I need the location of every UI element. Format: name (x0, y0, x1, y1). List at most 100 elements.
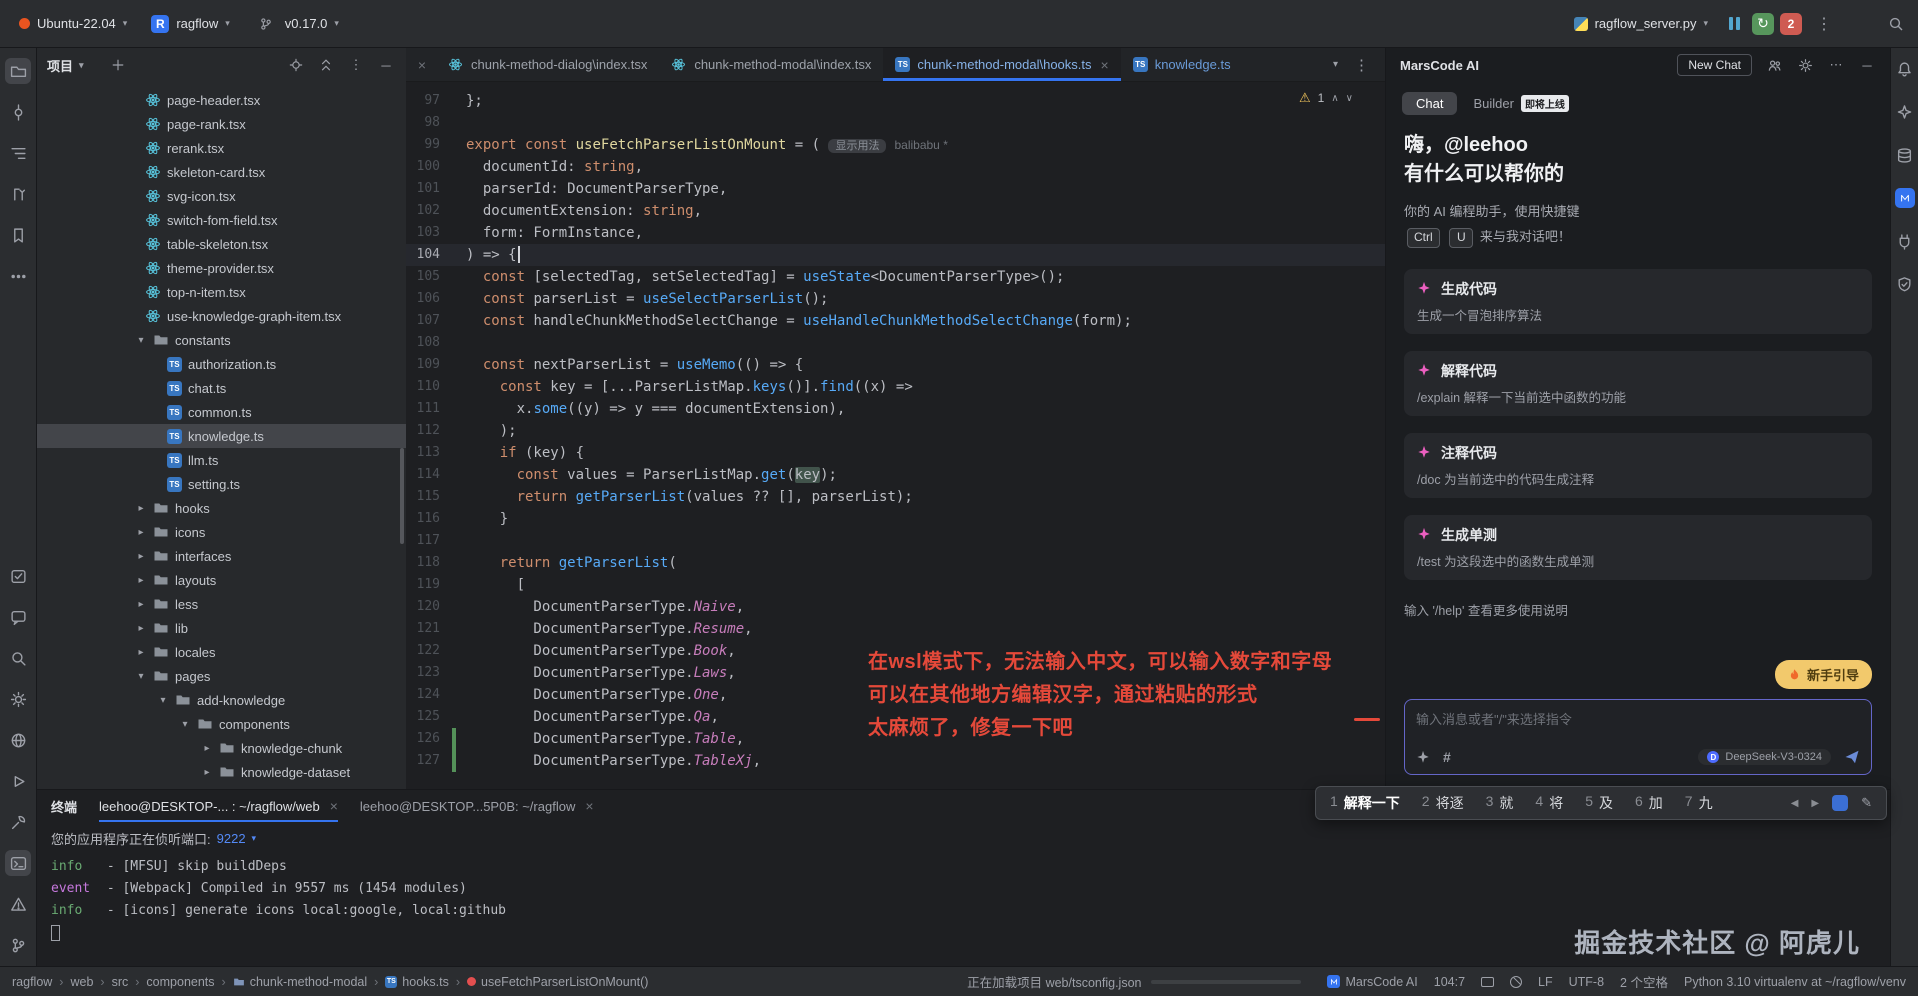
tree-item-locales[interactable]: ▸locales (37, 640, 406, 664)
code-line[interactable]: 116 } (406, 508, 1385, 530)
bookmarks-tool-button[interactable] (5, 222, 31, 248)
tree-item-interfaces[interactable]: ▸interfaces (37, 544, 406, 568)
tree-item-hooks[interactable]: ▸hooks (37, 496, 406, 520)
breadcrumb-item[interactable]: chunk-method-modal (233, 975, 367, 989)
chat-input[interactable]: 输入消息或者"/"来选择指令 # D DeepSeek-V3-0324 (1404, 699, 1872, 775)
tree-item-llm.ts[interactable]: TSllm.ts (37, 448, 406, 472)
branch-selector[interactable]: v0.17.0 ▾ (245, 7, 348, 41)
version-control-tool-button[interactable] (5, 932, 31, 958)
build-tool-button[interactable] (5, 809, 31, 835)
tab-list-chevron-icon[interactable]: ▾ (1333, 59, 1338, 70)
rerun-button[interactable]: ↻ (1752, 13, 1774, 35)
tree-item-knowledge.ts[interactable]: TSknowledge.ts (37, 424, 406, 448)
tree-item-theme-provider.tsx[interactable]: theme-provider.tsx (37, 256, 406, 280)
python-interpreter-selector[interactable]: Python 3.10 virtualenv at ~/ragflow/venv (1684, 975, 1906, 989)
search-tool-button[interactable] (5, 645, 31, 671)
code-line[interactable]: 105 const [selectedTag, setSelectedTag] … (406, 266, 1385, 288)
chevron-down-icon[interactable]: ▾ (252, 833, 257, 844)
ime-candidate[interactable]: 1解释一下 (1330, 793, 1400, 813)
ai-assistant-icon[interactable] (1892, 99, 1918, 125)
close-icon[interactable]: × (330, 798, 338, 814)
code-line[interactable]: 106 const parserList = useSelectParserLi… (406, 288, 1385, 310)
pull-requests-tool-button[interactable] (5, 181, 31, 207)
terminal-tab[interactable]: leehoo@DESKTOP-... : ~/ragflow/web× (99, 790, 338, 822)
minimize-icon[interactable]: ─ (1858, 56, 1876, 74)
line-ending-selector[interactable]: LF (1538, 975, 1553, 989)
tree-item-lib[interactable]: ▸lib (37, 616, 406, 640)
breadcrumb-item[interactable]: ragflow (12, 975, 52, 989)
more-tools-button[interactable] (5, 263, 31, 289)
prompt-card[interactable]: 生成代码生成一个冒泡排序算法 (1404, 269, 1872, 334)
editor-tab[interactable]: chunk-method-dialog\index.tsx (436, 48, 659, 81)
ime-candidate[interactable]: 7九 (1685, 793, 1713, 813)
run-config-selector[interactable]: ragflow_server.py ▾ (1565, 11, 1717, 36)
breadcrumb-item[interactable]: src (112, 975, 129, 989)
marscode-panel-button[interactable] (1892, 185, 1918, 211)
code-line[interactable]: 121 DocumentParserType.Resume, (406, 618, 1385, 640)
web-tool-button[interactable] (5, 727, 31, 753)
terminal-panel-title[interactable]: 终端 (51, 797, 77, 816)
settings-icon[interactable] (1796, 56, 1814, 74)
tree-item-layouts[interactable]: ▸layouts (37, 568, 406, 592)
pause-button[interactable] (1723, 17, 1746, 30)
project-panel-title[interactable]: 项目▾ (47, 56, 84, 75)
database-icon[interactable] (1892, 142, 1918, 168)
code-line[interactable]: 101 parserId: DocumentParserType, (406, 178, 1385, 200)
indent-selector[interactable]: 2 个空格 (1620, 972, 1668, 991)
tree-item-less[interactable]: ▸less (37, 592, 406, 616)
ime-candidate[interactable]: 6加 (1635, 793, 1663, 813)
more-vertical-icon[interactable]: ⋮ (346, 55, 366, 75)
tree-item-knowledge-chunk[interactable]: ▸knowledge-chunk (37, 736, 406, 760)
code-line[interactable]: 97}; (406, 90, 1385, 112)
caret-position[interactable]: 104:7 (1434, 975, 1465, 989)
ime-candidate[interactable]: 4将 (1535, 793, 1563, 813)
editor-tab-partial[interactable]: × (406, 48, 436, 81)
code-line[interactable]: 99export const useFetchParserListOnMount… (406, 134, 1385, 156)
code-line[interactable]: 113 if (key) { (406, 442, 1385, 464)
tree-item-components[interactable]: ▾components (37, 712, 406, 736)
tree-item-top-n-item.tsx[interactable]: top-n-item.tsx (37, 280, 406, 304)
prompt-card[interactable]: 解释代码/explain 解释一下当前选中函数的功能 (1404, 351, 1872, 416)
code-line[interactable]: 127 DocumentParserType.TableXj, (406, 750, 1385, 772)
breadcrumb-item[interactable]: useFetchParserListOnMount() (467, 975, 648, 989)
tree-item-table-skeleton.tsx[interactable]: table-skeleton.tsx (37, 232, 406, 256)
code-line[interactable]: 107 const handleChunkMethodSelectChange … (406, 310, 1385, 332)
editor-tab[interactable]: TSchunk-method-modal\hooks.ts× (883, 48, 1120, 81)
new-chat-button[interactable]: New Chat (1677, 54, 1752, 76)
tree-item-chat.ts[interactable]: TSchat.ts (37, 376, 406, 400)
screen-share-icon[interactable] (1481, 977, 1494, 987)
tree-item-add-knowledge[interactable]: ▾add-knowledge (37, 688, 406, 712)
editor-tab[interactable]: chunk-method-modal\index.tsx (659, 48, 883, 81)
code-line[interactable]: 114 const values = ParserListMap.get(key… (406, 464, 1385, 486)
ime-next-icon[interactable]: ▶ (1811, 798, 1819, 809)
tab-chat[interactable]: Chat (1402, 92, 1457, 115)
code-line[interactable]: 110 const key = [...ParserListMap.keys()… (406, 376, 1385, 398)
tree-item-knowledge-dataset[interactable]: ▸knowledge-dataset (37, 760, 406, 783)
code-line[interactable]: 111 x.some((y) => y === documentExtensio… (406, 398, 1385, 420)
tab-builder[interactable]: Builder 即将上线 (1473, 95, 1568, 112)
tree-item-page-header.tsx[interactable]: page-header.tsx (37, 88, 406, 112)
search-button[interactable] (1884, 12, 1908, 36)
prompt-card[interactable]: 注释代码/doc 为当前选中的代码生成注释 (1404, 433, 1872, 498)
port-link[interactable]: 9222 (217, 831, 246, 846)
reader-mode-icon[interactable] (1510, 976, 1522, 988)
ime-pen-icon[interactable]: ✎ (1861, 795, 1872, 811)
marscode-status[interactable]: MarsCode AI (1327, 975, 1417, 989)
hide-panel-button[interactable]: ─ (376, 55, 396, 75)
more-vertical-icon[interactable]: ⋮ (1354, 56, 1369, 74)
tree-item-svg-icon.tsx[interactable]: svg-icon.tsx (37, 184, 406, 208)
project-selector[interactable]: R ragflow ▾ (142, 10, 238, 38)
community-icon[interactable] (1765, 56, 1783, 74)
code-line[interactable]: 102 documentExtension: string, (406, 200, 1385, 222)
problems-tool-button[interactable] (5, 891, 31, 917)
tree-item-icons[interactable]: ▸icons (37, 520, 406, 544)
ime-candidate[interactable]: 2将逐 (1422, 793, 1464, 813)
code-line[interactable]: 112 ); (406, 420, 1385, 442)
stop-button[interactable]: 2 (1780, 13, 1802, 35)
code-line[interactable]: 117 (406, 530, 1385, 552)
ime-logo-icon[interactable] (1832, 795, 1848, 811)
ime-candidate[interactable]: 5及 (1585, 793, 1613, 813)
todo-tool-button[interactable] (5, 563, 31, 589)
more-horizontal-icon[interactable]: ⋯ (1827, 56, 1845, 74)
send-icon[interactable] (1844, 749, 1860, 765)
